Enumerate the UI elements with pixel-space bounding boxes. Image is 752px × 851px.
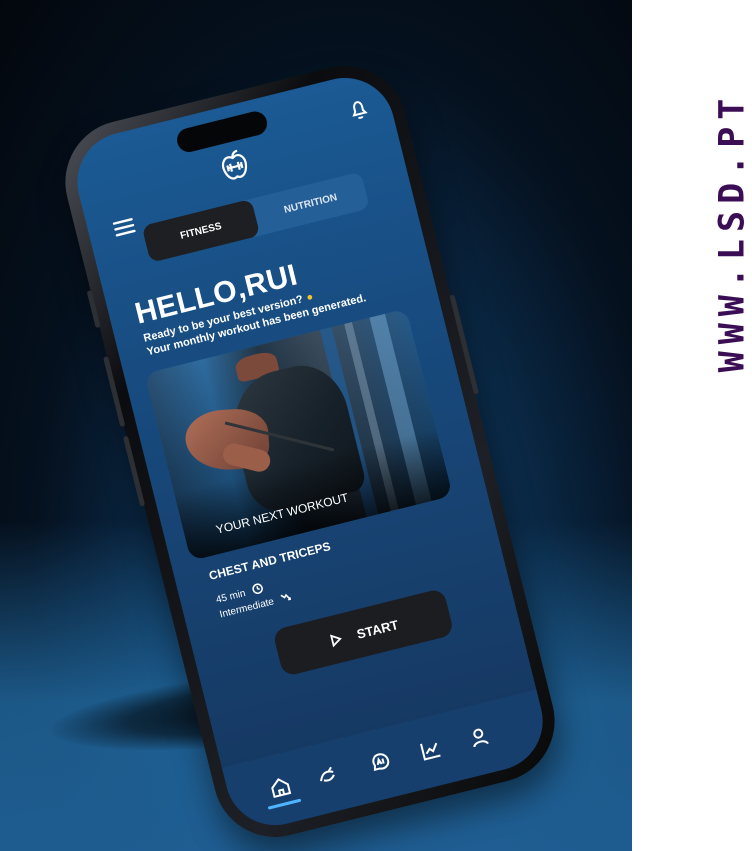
apple-dumbbell-icon	[221, 149, 248, 180]
hamburger-menu-icon[interactable]	[110, 216, 138, 239]
promo-stage: WWW.LSD.PT FITNESS NUTRITION HELLO,RUI R…	[0, 0, 752, 851]
tab-nutrition[interactable]: NUTRITION	[251, 171, 370, 235]
start-workout-button[interactable]: START	[272, 587, 455, 678]
training-icon[interactable]	[312, 761, 341, 790]
clock-icon	[252, 583, 263, 595]
home-icon[interactable]	[266, 773, 295, 802]
tab-fitness[interactable]: FITNESS	[141, 198, 261, 263]
website-label[interactable]: WWW.LSD.PT	[712, 89, 752, 375]
flexed-biceps-icon: ●	[305, 290, 315, 305]
trend-icon	[280, 593, 292, 601]
dynamic-island	[174, 109, 270, 155]
start-button-label: START	[355, 616, 400, 642]
profile-icon[interactable]	[465, 723, 494, 752]
website-text[interactable]: WWW.LSD.PT	[712, 92, 752, 373]
bell-icon[interactable]	[346, 96, 371, 122]
progress-chart-icon[interactable]	[416, 735, 445, 764]
ai-icon[interactable]	[366, 748, 395, 777]
play-icon	[330, 633, 343, 647]
section-tabs: FITNESS NUTRITION	[141, 171, 370, 263]
